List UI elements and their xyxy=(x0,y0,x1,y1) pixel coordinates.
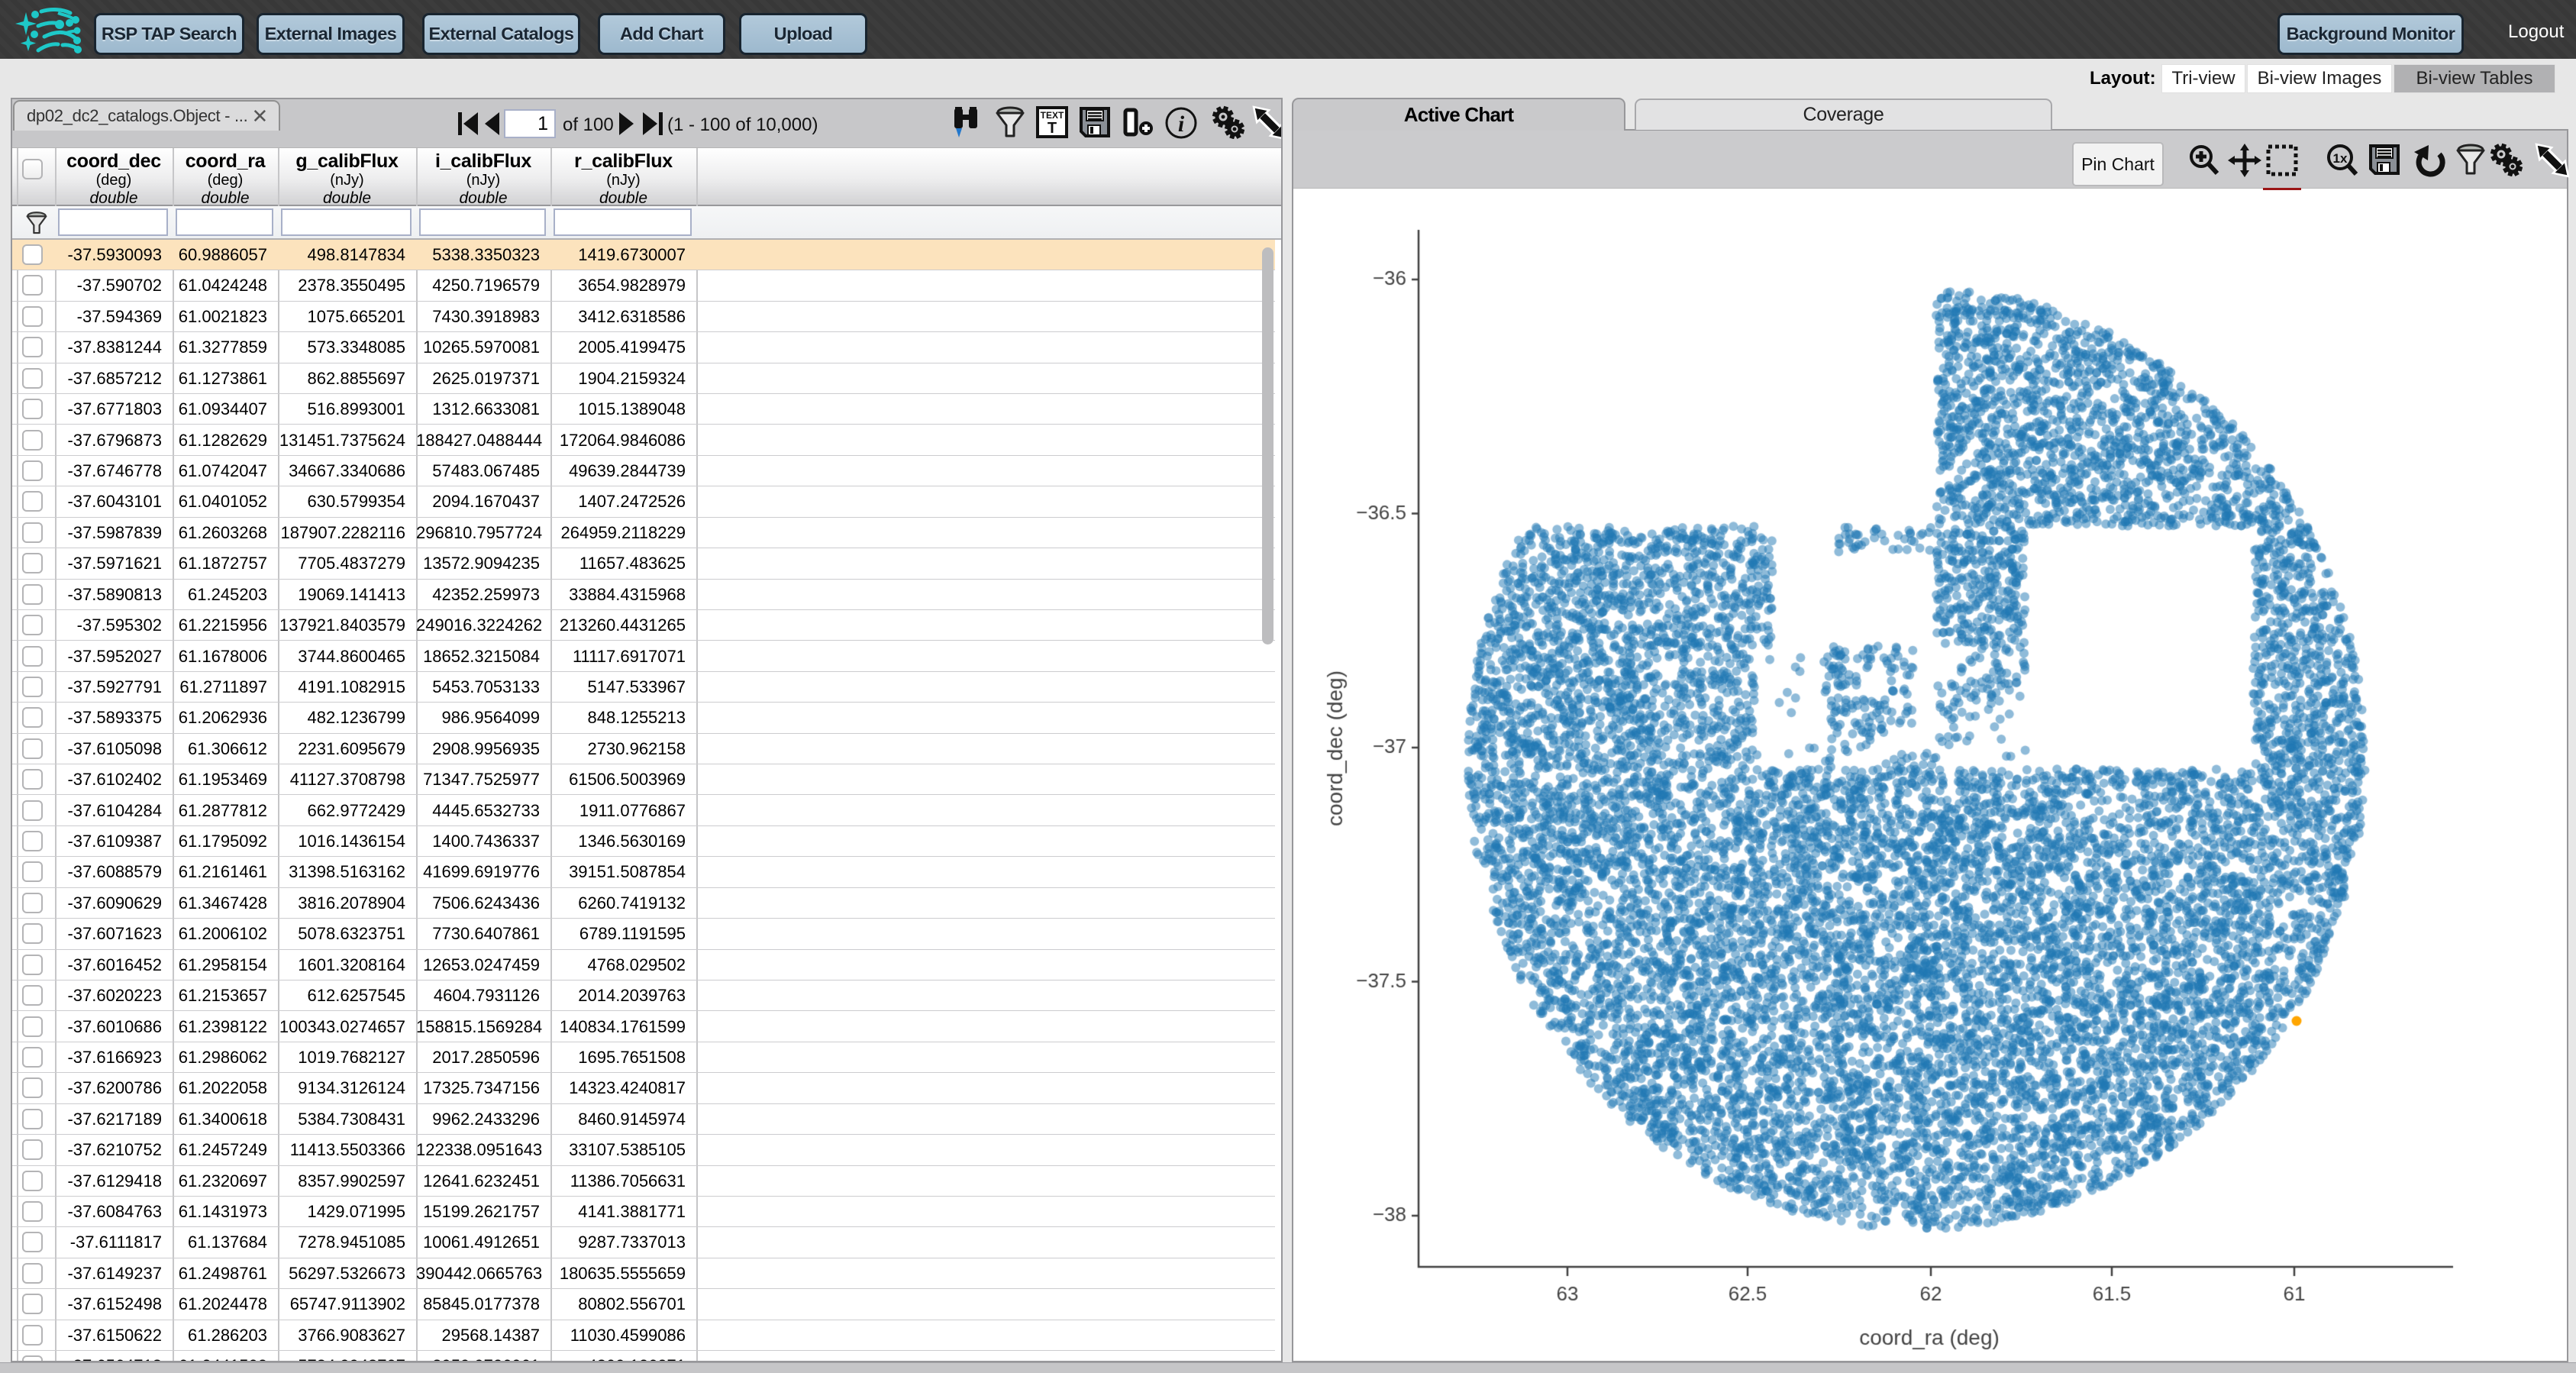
svg-text:i: i xyxy=(1178,111,1185,137)
svg-text:1x: 1x xyxy=(2333,151,2348,166)
svg-text:TEXT: TEXT xyxy=(1041,110,1064,121)
svg-text:T: T xyxy=(1048,120,1057,137)
